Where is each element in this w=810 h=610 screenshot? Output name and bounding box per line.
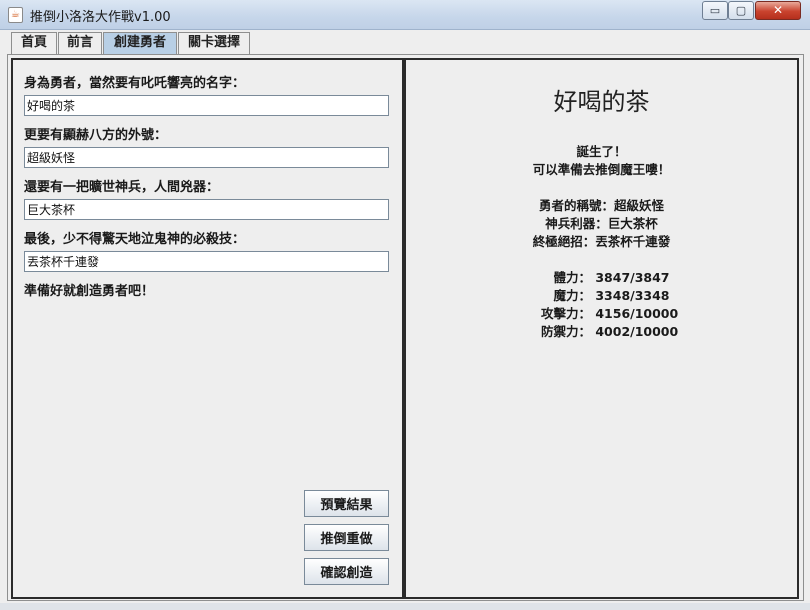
ready-prompt: 準備好就創造勇者吧！: [24, 284, 155, 299]
maximize-button[interactable]: ▢: [728, 1, 754, 20]
hero-weapon-label: 還要有一把曠世神兵，人間兇器：: [24, 180, 220, 195]
tab-home[interactable]: 首頁: [11, 32, 57, 54]
confirm-create-button[interactable]: 確認創造: [304, 558, 389, 585]
hero-name-label: 身為勇者，當然要有叱吒響亮的名字：: [24, 76, 246, 91]
minimize-button[interactable]: ▭: [702, 1, 728, 20]
stat-value: 3847/3847: [595, 270, 670, 285]
hero-title-label: 更要有顯赫八方的外號：: [24, 128, 168, 143]
preview-skill-line: 終極絕招：丟茶杯千連發: [532, 234, 671, 249]
java-cup-icon: ☕: [8, 7, 23, 23]
stat-defense: 防禦力： 4002/10000: [520, 321, 720, 340]
hero-skill-label: 最後，少不得驚天地泣鬼神的必殺技：: [24, 232, 246, 247]
hero-name-input[interactable]: [24, 95, 389, 116]
hero-skill-input[interactable]: [24, 251, 389, 272]
stat-label: 攻擊力：: [540, 306, 591, 321]
tab-stage-select[interactable]: 關卡選擇: [178, 32, 250, 54]
stat-value: 4156/10000: [595, 306, 679, 321]
stat-value: 4002/10000: [595, 324, 679, 339]
preview-button[interactable]: 預覽結果: [304, 490, 389, 517]
stat-mp: 魔力： 3348/3348: [520, 285, 720, 304]
stat-label: 魔力：: [553, 288, 591, 303]
preview-hero-name: 好喝的茶: [553, 88, 650, 116]
close-button[interactable]: ✕: [755, 1, 801, 20]
preview-ready-text: 可以準備去推倒魔王嘍！: [532, 162, 671, 177]
hero-weapon-input[interactable]: [24, 199, 389, 220]
preview-born-text: 誕生了！: [576, 144, 627, 159]
stat-value: 3348/3348: [595, 288, 670, 303]
hero-title-input[interactable]: [24, 147, 389, 168]
stat-label: 防禦力：: [540, 324, 591, 339]
tab-preface[interactable]: 前言: [58, 32, 102, 54]
stat-attack: 攻擊力： 4156/10000: [520, 303, 720, 322]
window-bottom-edge: [0, 603, 810, 610]
reset-button[interactable]: 推倒重做: [304, 524, 389, 551]
window-title-bar[interactable]: ☕ 推倒小洛洛大作戰v1.00 ▭ ▢ ✕: [0, 0, 810, 30]
window-title: 推倒小洛洛大作戰v1.00: [30, 10, 171, 25]
preview-weapon-line: 神兵利器：巨大茶杯: [545, 216, 658, 231]
stat-hp: 體力： 3847/3847: [520, 267, 720, 286]
stat-label: 體力：: [553, 270, 591, 285]
preview-title-line: 勇者的稱號：超級妖怪: [538, 198, 664, 213]
tab-create-hero[interactable]: 創建勇者: [103, 32, 177, 55]
